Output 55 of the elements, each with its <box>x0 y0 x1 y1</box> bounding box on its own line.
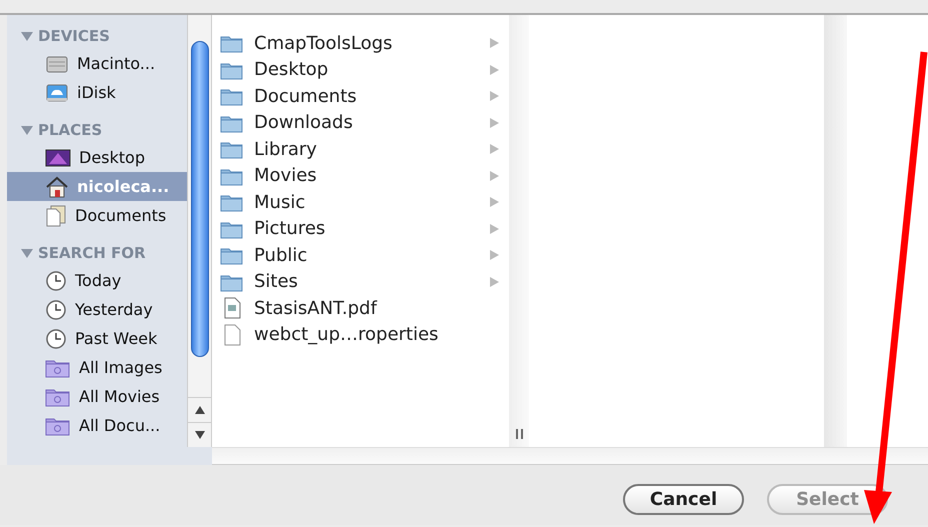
documents-icon <box>45 204 67 226</box>
dialog-button[interactable]: Cancel <box>623 484 744 515</box>
expanded-triangle-icon[interactable] <box>21 125 33 135</box>
file-row[interactable]: CmapToolsLogs <box>212 30 509 56</box>
file-row[interactable]: Library <box>212 136 509 162</box>
disclosure-arrow-icon <box>490 64 499 75</box>
sidebar-item[interactable]: Past Week <box>7 324 187 353</box>
house-icon <box>45 176 69 198</box>
disclosure-arrow-icon <box>490 197 499 208</box>
sidebar-item[interactable]: Yesterday <box>7 295 187 324</box>
sidebar-item[interactable]: All Docu... <box>7 411 187 440</box>
file-row[interactable]: Downloads <box>212 110 509 136</box>
sidebar-item[interactable]: Today <box>7 266 187 295</box>
scroll-up-icon[interactable] <box>194 406 204 414</box>
file-row[interactable]: Pictures <box>212 216 509 242</box>
scroll-down-icon[interactable] <box>194 431 204 439</box>
file-row[interactable]: Music <box>212 189 509 216</box>
disclosure-arrow-icon <box>490 250 499 260</box>
file-row[interactable]: StasisANT.pdf <box>212 295 509 322</box>
sidebar-item[interactable]: All Movies <box>7 382 187 411</box>
section-heading: DEVICES <box>38 26 110 47</box>
scroll-thumb[interactable] <box>191 41 209 357</box>
disclosure-arrow-icon <box>490 170 499 181</box>
clock-icon <box>45 298 67 320</box>
sidebar-item[interactable]: Macinto... <box>7 49 187 78</box>
disclosure-arrow-icon <box>490 91 499 102</box>
file-row[interactable]: Desktop <box>212 56 509 83</box>
horizontal-scrollbar[interactable] <box>212 447 928 465</box>
clock-icon <box>45 270 67 292</box>
file-row[interactable]: Sites <box>212 268 509 295</box>
desktop-icon <box>45 148 71 168</box>
disclosure-arrow-icon <box>490 118 499 128</box>
smart-folder-icon <box>45 386 71 406</box>
hard-drive-icon <box>45 54 69 74</box>
disclosure-arrow-icon <box>490 144 499 154</box>
expanded-triangle-icon[interactable] <box>21 31 33 41</box>
disclosure-arrow-icon <box>490 276 499 287</box>
expanded-triangle-icon[interactable] <box>21 248 33 258</box>
disclosure-arrow-icon <box>490 38 499 48</box>
smart-folder-icon <box>45 358 71 378</box>
file-row[interactable]: Movies <box>212 162 509 189</box>
clock-icon <box>45 328 67 350</box>
smart-folder-icon <box>45 416 71 436</box>
file-row[interactable]: webct_up…roperties <box>212 322 509 348</box>
section-heading: PLACES <box>38 120 102 141</box>
sidebar-item[interactable]: iDisk <box>7 78 187 107</box>
file-row[interactable]: Public <box>212 242 509 268</box>
sidebar-item[interactable]: Desktop <box>7 143 187 172</box>
sidebar-scrollbar[interactable] <box>187 15 212 447</box>
disclosure-arrow-icon <box>490 224 499 234</box>
sidebar-item[interactable]: Documents <box>7 201 187 230</box>
resize-handle-icon[interactable] <box>516 429 522 439</box>
sidebar-item[interactable]: All Images <box>7 353 187 382</box>
section-heading: SEARCH FOR <box>38 243 146 264</box>
file-row[interactable]: Documents <box>212 83 509 110</box>
